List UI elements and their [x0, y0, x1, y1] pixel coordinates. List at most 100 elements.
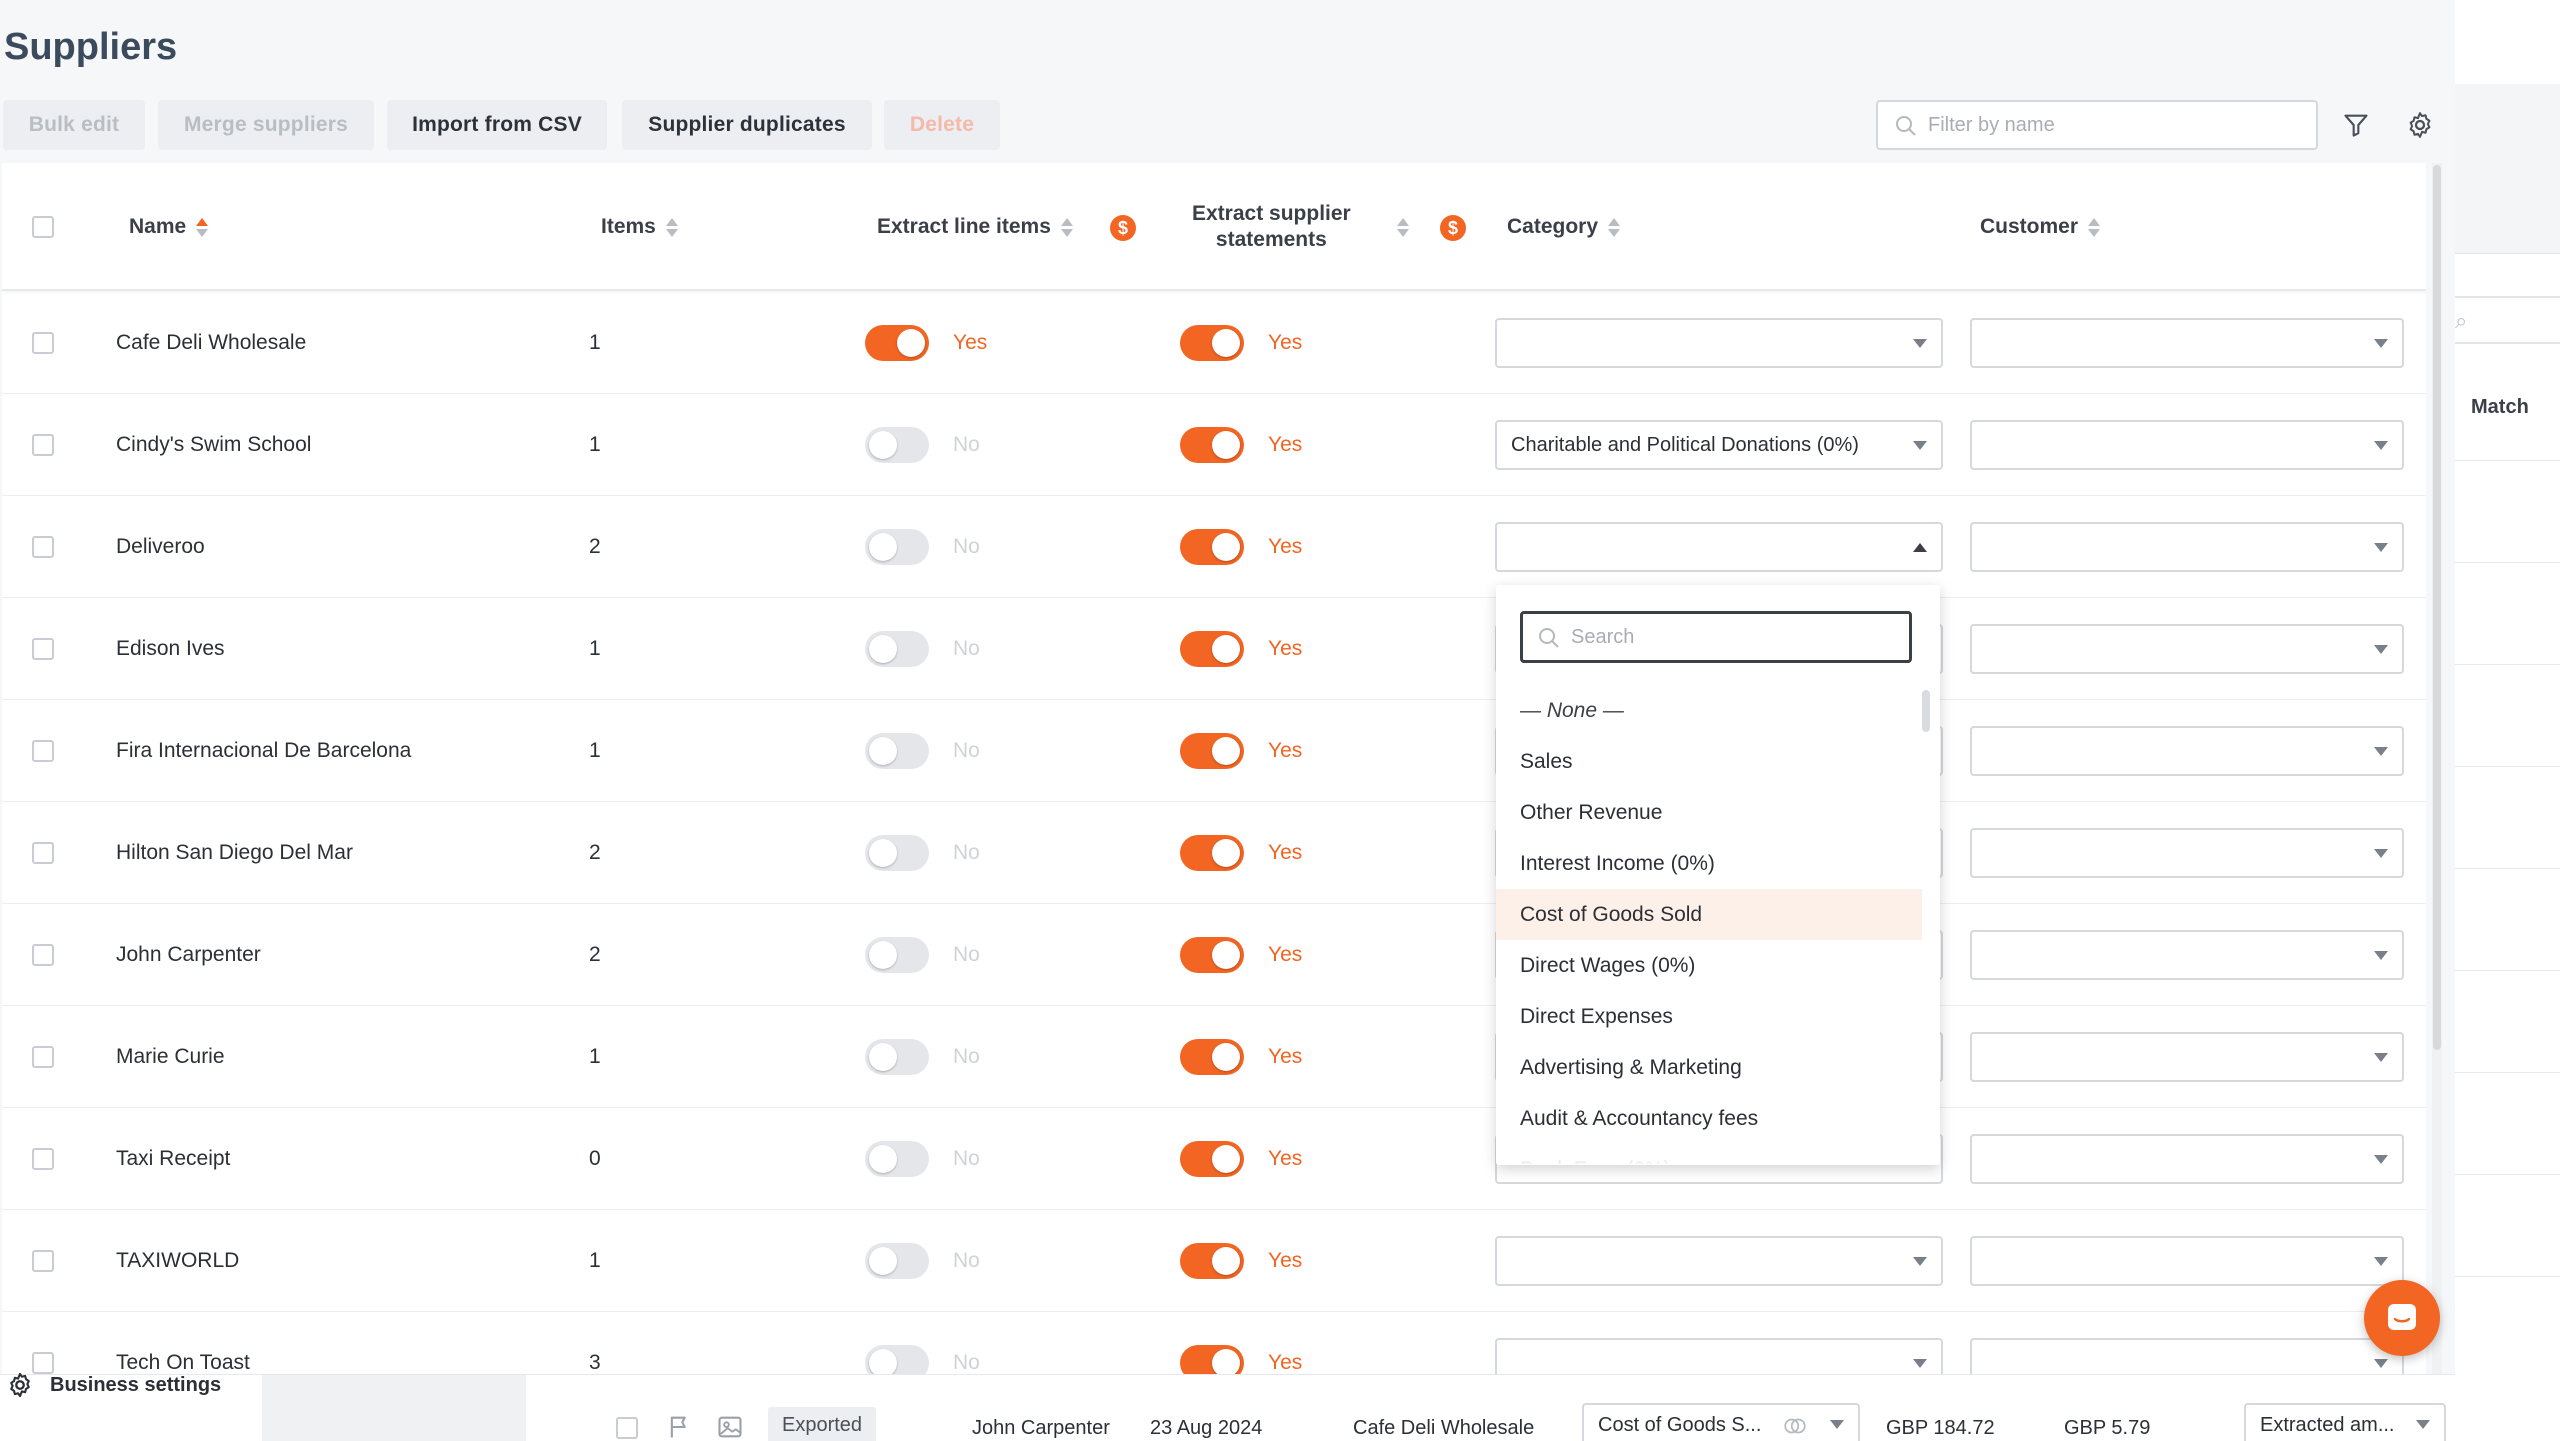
- row-checkbox[interactable]: [32, 638, 54, 660]
- row-checkbox[interactable]: [32, 842, 54, 864]
- extract-line-items-toggle[interactable]: [865, 1039, 929, 1075]
- extract-statements-toggle[interactable]: [1180, 427, 1244, 463]
- category-option[interactable]: Audit & Accountancy fees: [1496, 1093, 1922, 1144]
- scrollbar-thumb[interactable]: [2433, 165, 2441, 1050]
- row-checkbox[interactable]: [32, 944, 54, 966]
- extract-statements-toggle[interactable]: [1180, 835, 1244, 871]
- supplier-name[interactable]: Taxi Receipt: [116, 1147, 230, 1171]
- row-checkbox[interactable]: [32, 1148, 54, 1170]
- category-select[interactable]: [1495, 1236, 1943, 1286]
- supplier-name[interactable]: TAXIWORLD: [116, 1249, 239, 1273]
- extract-statements-toggle[interactable]: [1180, 937, 1244, 973]
- extract-line-items-toggle[interactable]: [865, 835, 929, 871]
- customer-select[interactable]: [1970, 1032, 2404, 1082]
- table-row[interactable]: Cafe Deli Wholesale 1 Yes Yes: [2, 292, 2426, 394]
- bottom-category-select[interactable]: Cost of Goods S...: [1582, 1403, 1860, 1441]
- extract-line-items-toggle[interactable]: [865, 631, 929, 667]
- supplier-name[interactable]: Cafe Deli Wholesale: [116, 331, 306, 355]
- sort-icon[interactable]: [1397, 218, 1409, 237]
- extract-statements-toggle[interactable]: [1180, 1345, 1244, 1375]
- customer-select[interactable]: [1970, 1236, 2404, 1286]
- bulk-edit-button[interactable]: Bulk edit: [3, 100, 145, 150]
- customer-select[interactable]: [1970, 420, 2404, 470]
- extract-line-items-toggle[interactable]: [865, 1345, 929, 1375]
- customer-select[interactable]: [1970, 522, 2404, 572]
- extract-statements-toggle[interactable]: [1180, 631, 1244, 667]
- category-option[interactable]: Advertising & Marketing: [1496, 1042, 1922, 1093]
- extract-line-items-toggle[interactable]: [865, 427, 929, 463]
- customer-select[interactable]: [1970, 930, 2404, 980]
- category-option[interactable]: Direct Wages (0%): [1496, 940, 1922, 991]
- row-checkbox[interactable]: [32, 332, 54, 354]
- customer-select[interactable]: [1970, 318, 2404, 368]
- row-checkbox[interactable]: [32, 536, 54, 558]
- category-search-field[interactable]: [1520, 611, 1912, 663]
- category-option[interactable]: Other Revenue: [1496, 787, 1922, 838]
- table-row[interactable]: John Carpenter 2 No Yes: [2, 904, 2426, 1006]
- customer-select[interactable]: [1970, 726, 2404, 776]
- customer-select[interactable]: [1970, 1134, 2404, 1184]
- table-row[interactable]: Hilton San Diego Del Mar 2 No Yes: [2, 802, 2426, 904]
- row-checkbox[interactable]: [32, 740, 54, 762]
- right-panel-search[interactable]: ⌕: [2455, 296, 2560, 344]
- extract-statements-toggle[interactable]: [1180, 1039, 1244, 1075]
- extract-line-items-toggle[interactable]: [865, 1141, 929, 1177]
- category-option[interactable]: Direct Expenses: [1496, 991, 1922, 1042]
- table-row[interactable]: Tech On Toast 3 No Yes: [2, 1312, 2426, 1375]
- category-select[interactable]: Charitable and Political Donations (0%): [1495, 420, 1943, 470]
- chat-launcher-button[interactable]: [2364, 1280, 2440, 1356]
- extracted-amount-select[interactable]: Extracted am...: [2244, 1403, 2446, 1441]
- extract-statements-toggle[interactable]: [1180, 529, 1244, 565]
- import-csv-button[interactable]: Import from CSV: [387, 100, 607, 150]
- business-settings-link[interactable]: Business settings: [6, 1371, 221, 1399]
- category-option[interactable]: Sales: [1496, 736, 1922, 787]
- extract-line-items-toggle[interactable]: [865, 529, 929, 565]
- category-select[interactable]: [1495, 318, 1943, 368]
- category-option[interactable]: — None —: [1496, 685, 1922, 736]
- customer-select[interactable]: [1970, 828, 2404, 878]
- filter-by-name-input[interactable]: [1928, 102, 2308, 148]
- select-all-checkbox[interactable]: [32, 216, 54, 238]
- row-checkbox[interactable]: [616, 1417, 638, 1439]
- dropdown-scrollbar-thumb[interactable]: [1922, 690, 1930, 732]
- supplier-name[interactable]: Cindy's Swim School: [116, 433, 311, 457]
- filter-button[interactable]: [2338, 107, 2374, 143]
- table-scrollbar[interactable]: [2432, 163, 2442, 1375]
- column-header-extract-line-items[interactable]: Extract line items: [877, 215, 1073, 239]
- category-option[interactable]: Cost of Goods Sold: [1496, 889, 1922, 940]
- category-select[interactable]: [1495, 522, 1943, 572]
- column-header-category[interactable]: Category: [1507, 215, 1621, 239]
- flag-icon[interactable]: [666, 1413, 694, 1441]
- image-icon[interactable]: [716, 1413, 744, 1441]
- supplier-name[interactable]: Fira Internacional De Barcelona: [116, 739, 411, 763]
- extract-statements-toggle[interactable]: [1180, 733, 1244, 769]
- supplier-name[interactable]: Edison Ives: [116, 637, 225, 661]
- extract-statements-toggle[interactable]: [1180, 1243, 1244, 1279]
- category-option[interactable]: Interest Income (0%): [1496, 838, 1922, 889]
- extract-line-items-toggle[interactable]: [865, 325, 929, 361]
- supplier-name[interactable]: Deliveroo: [116, 535, 205, 559]
- table-row[interactable]: Deliveroo 2 No Yes: [2, 496, 2426, 598]
- extract-line-items-toggle[interactable]: [865, 733, 929, 769]
- extract-line-items-toggle[interactable]: [865, 1243, 929, 1279]
- category-search-input[interactable]: [1571, 614, 1901, 660]
- table-row[interactable]: Cindy's Swim School 1 No Yes Charitable and …: [2, 394, 2426, 496]
- supplier-name[interactable]: Marie Curie: [116, 1045, 225, 1069]
- delete-button[interactable]: Delete: [884, 100, 1000, 150]
- supplier-name[interactable]: Hilton San Diego Del Mar: [116, 841, 353, 865]
- table-row[interactable]: Edison Ives 1 No Yes: [2, 598, 2426, 700]
- customer-select[interactable]: [1970, 1338, 2404, 1375]
- column-header-customer[interactable]: Customer: [1980, 215, 2101, 239]
- row-checkbox[interactable]: [32, 434, 54, 456]
- table-row[interactable]: TAXIWORLD 1 No Yes: [2, 1210, 2426, 1312]
- extract-statements-toggle[interactable]: [1180, 1141, 1244, 1177]
- extract-statements-toggle[interactable]: [1180, 325, 1244, 361]
- table-row[interactable]: Taxi Receipt 0 No Yes: [2, 1108, 2426, 1210]
- merge-suppliers-button[interactable]: Merge suppliers: [158, 100, 374, 150]
- supplier-name[interactable]: John Carpenter: [116, 943, 261, 967]
- supplier-duplicates-button[interactable]: Supplier duplicates: [622, 100, 872, 150]
- category-select[interactable]: [1495, 1338, 1943, 1375]
- customer-select[interactable]: [1970, 624, 2404, 674]
- extract-line-items-toggle[interactable]: [865, 937, 929, 973]
- table-row[interactable]: Marie Curie 1 No Yes: [2, 1006, 2426, 1108]
